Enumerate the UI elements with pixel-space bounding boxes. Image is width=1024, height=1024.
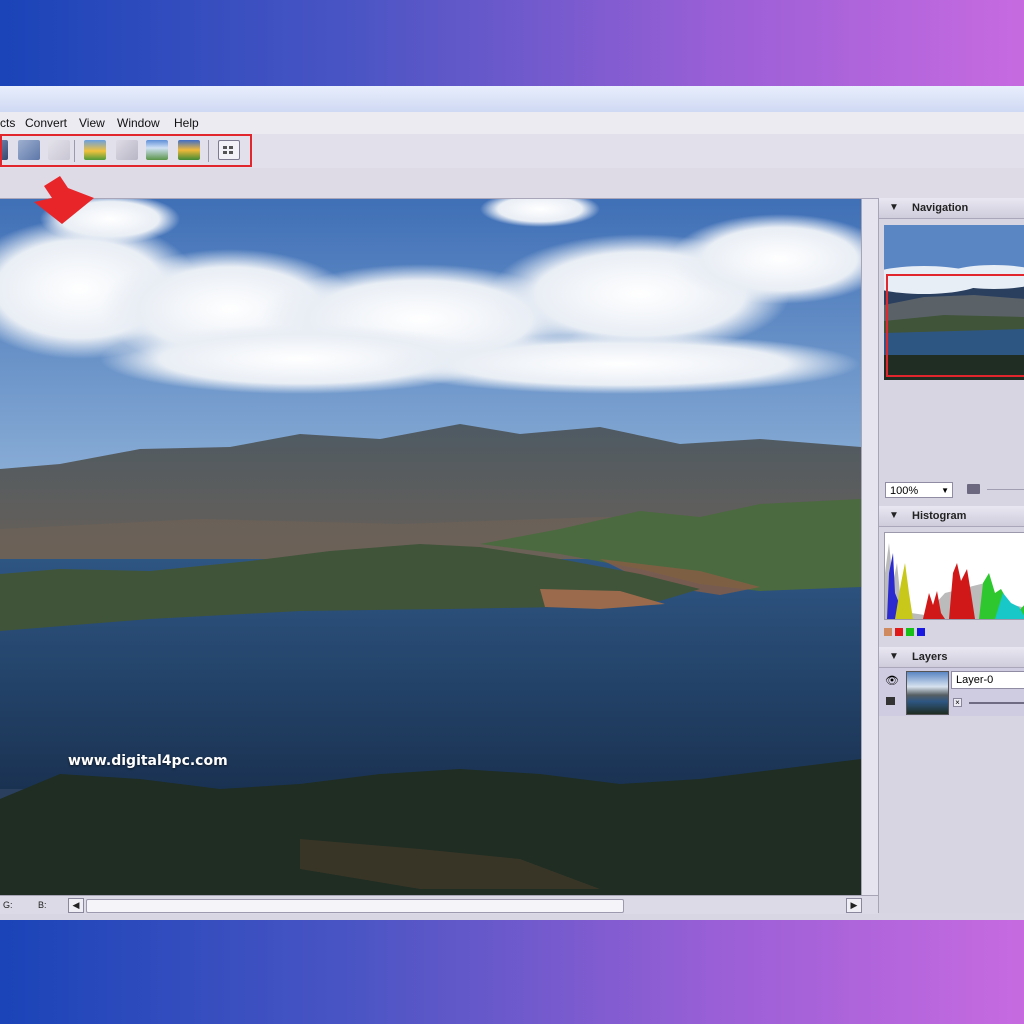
- histogram-graph: [884, 532, 1024, 620]
- title-bar: [0, 86, 1024, 113]
- options-bar: [0, 168, 1024, 199]
- histogram-panel-header[interactable]: ▼ Histogram: [879, 506, 1024, 527]
- status-g-label: G:: [3, 900, 13, 910]
- navigation-title: Navigation: [912, 202, 969, 214]
- zoom-value: 100%: [890, 485, 919, 497]
- landscape-photo: [0, 199, 861, 895]
- chevron-down-icon: ▼: [941, 486, 949, 495]
- scroll-right-arrow[interactable]: ▶: [846, 898, 862, 913]
- histogram-channel-selector[interactable]: [884, 628, 932, 636]
- menu-view[interactable]: View: [79, 116, 105, 130]
- layer-row[interactable]: 👁 Layer-0 ×: [879, 668, 1024, 716]
- app-window: cts Convert View Window Help G: B: ◀ ▶ ▼…: [0, 86, 1024, 920]
- navigation-view-rect[interactable]: [886, 274, 1024, 377]
- layer-name: Layer-0: [956, 674, 994, 686]
- opacity-slider[interactable]: [969, 702, 1024, 704]
- histogram-title: Histogram: [912, 510, 967, 522]
- collapse-icon[interactable]: ▼: [889, 202, 899, 213]
- layers-panel-header[interactable]: ▼ Layers: [879, 647, 1024, 668]
- bottom-gradient-band: [0, 920, 1024, 1024]
- toolbar-highlight-box: [0, 134, 252, 167]
- channel-rgb-icon[interactable]: [884, 628, 892, 636]
- vertical-scrollbar[interactable]: [861, 199, 879, 895]
- navigation-thumbnail[interactable]: [884, 225, 1024, 380]
- collapse-icon[interactable]: ▼: [889, 510, 899, 521]
- layer-name-field[interactable]: Layer-0: [951, 671, 1024, 689]
- navigation-panel-header[interactable]: ▼ Navigation: [879, 198, 1024, 219]
- lock-icon[interactable]: [886, 697, 895, 705]
- side-panel: ▼ Navigation 100% ▼ ▼ Histogram ▼ Layers…: [878, 198, 1024, 913]
- zoom-fit-icon[interactable]: [967, 484, 980, 494]
- histogram-plot: [885, 543, 1024, 619]
- layers-title: Layers: [912, 651, 948, 663]
- horizontal-scrollbar[interactable]: G: B: ◀ ▶: [0, 895, 878, 914]
- menu-bar: cts Convert View Window Help: [0, 112, 1024, 135]
- menu-effects[interactable]: cts: [0, 116, 15, 130]
- red-arrow-icon: [34, 176, 94, 224]
- menu-help[interactable]: Help: [174, 116, 199, 130]
- layer-mask-icon[interactable]: ×: [953, 698, 962, 707]
- top-gradient-band: [0, 0, 1024, 86]
- channel-red-icon[interactable]: [895, 628, 903, 636]
- scroll-thumb[interactable]: [86, 899, 624, 913]
- status-b-label: B:: [38, 900, 47, 910]
- menu-window[interactable]: Window: [117, 116, 160, 130]
- channel-blue-icon[interactable]: [917, 628, 925, 636]
- channel-green-icon[interactable]: [906, 628, 914, 636]
- scroll-left-arrow[interactable]: ◀: [68, 898, 84, 913]
- menu-convert[interactable]: Convert: [25, 116, 67, 130]
- eye-icon[interactable]: 👁: [885, 674, 899, 687]
- zoom-slider[interactable]: [987, 489, 1024, 490]
- layer-thumbnail[interactable]: [906, 671, 949, 715]
- image-canvas[interactable]: [0, 199, 861, 895]
- watermark-text: www.digital4pc.com: [68, 753, 228, 769]
- collapse-icon[interactable]: ▼: [889, 651, 899, 662]
- zoom-select[interactable]: 100% ▼: [885, 482, 953, 498]
